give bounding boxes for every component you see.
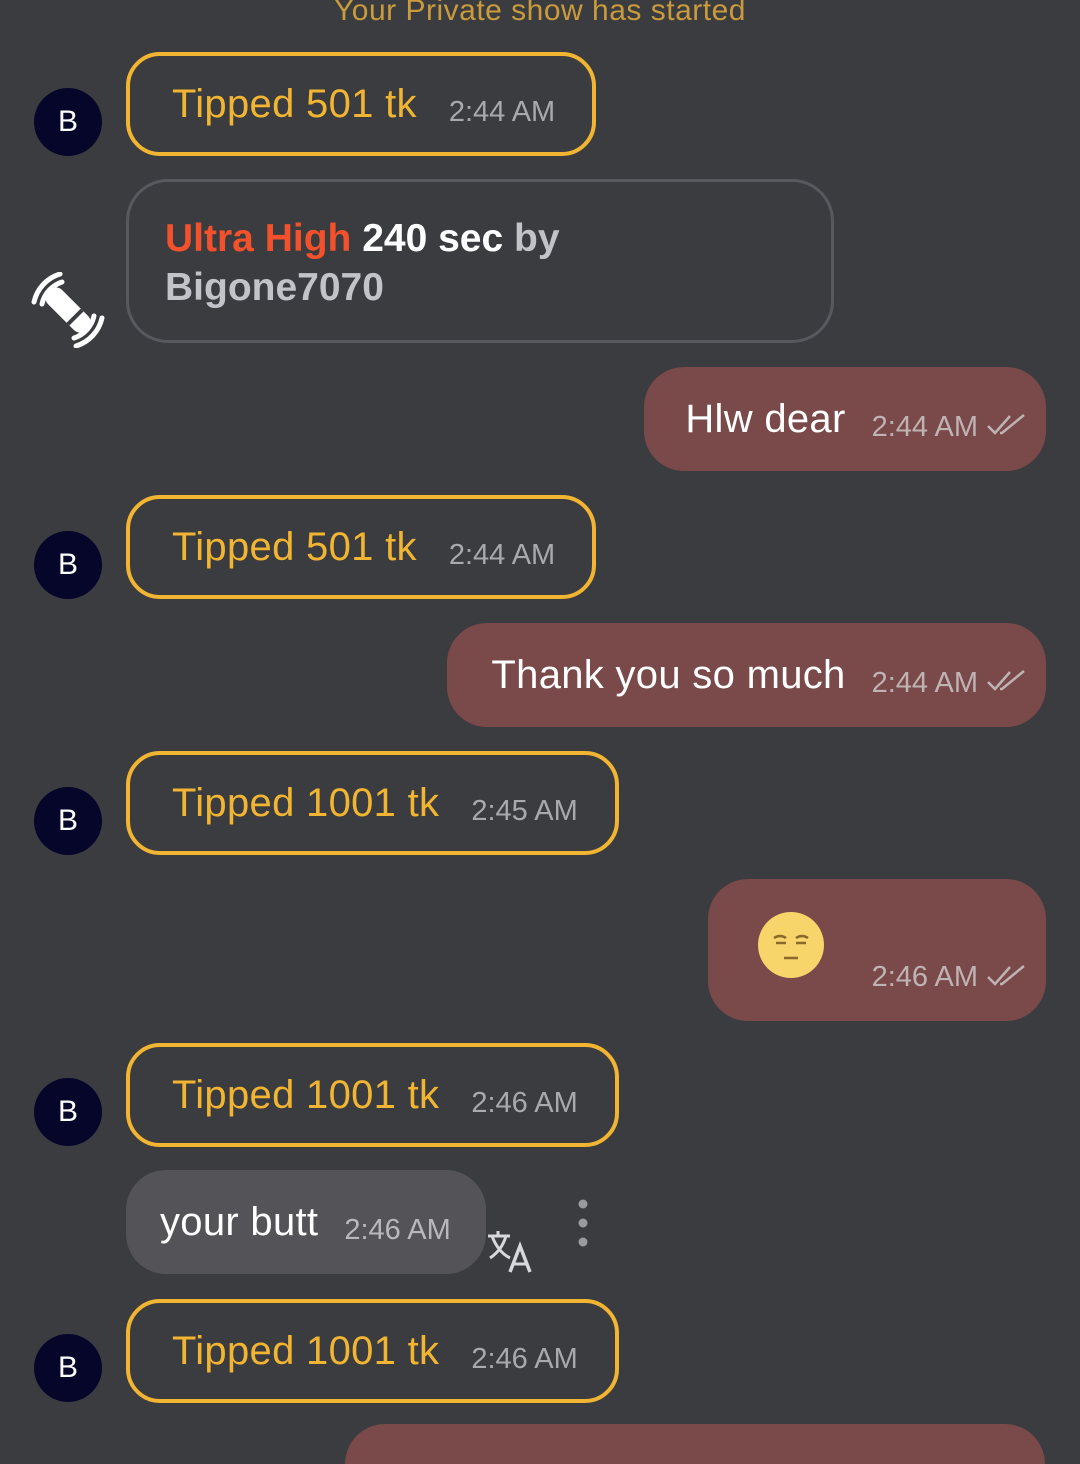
message-time: 2:44 AM xyxy=(871,410,978,443)
avatar[interactable]: B xyxy=(34,531,102,599)
double-check-icon xyxy=(987,670,1025,691)
tip-text: Tipped 1001 tk xyxy=(172,1072,440,1117)
message-time: 2:44 AM xyxy=(448,538,556,571)
avatar[interactable]: B xyxy=(34,787,102,855)
more-vertical-icon[interactable] xyxy=(572,1196,594,1250)
double-check-icon xyxy=(987,964,1025,986)
outgoing-message[interactable]: Thank you so much 2:44 AM xyxy=(447,623,1046,727)
tip-message: Tipped 1001 tk 2:46 AM xyxy=(126,1299,619,1403)
vibration-duration: 240 sec xyxy=(362,217,504,260)
translate-icon[interactable] xyxy=(486,1230,534,1274)
tip-text: Tipped 501 tk xyxy=(172,81,417,126)
vibration-level: Ultra High xyxy=(165,217,352,260)
tip-message: Tipped 1001 tk 2:46 AM xyxy=(126,1043,619,1147)
expressionless-face-emoji xyxy=(758,912,824,978)
message-text: your butt xyxy=(160,1199,319,1244)
avatar[interactable]: B xyxy=(34,1078,102,1146)
outgoing-message-partial[interactable] xyxy=(345,1424,1045,1464)
outgoing-message[interactable]: Hlw dear 2:44 AM xyxy=(644,367,1046,471)
incoming-message[interactable]: your butt 2:46 AM xyxy=(126,1170,486,1274)
avatar[interactable]: B xyxy=(34,1334,102,1402)
tip-message: Tipped 1001 tk 2:45 AM xyxy=(126,751,619,855)
message-text: Thank you so much xyxy=(491,652,846,697)
message-time: 2:46 AM xyxy=(871,961,978,993)
message-time: 2:44 AM xyxy=(448,95,556,128)
message-time: 2:46 AM xyxy=(471,1086,578,1119)
vibration-toy-icon xyxy=(30,271,106,349)
tip-text: Tipped 1001 tk xyxy=(172,780,440,825)
vibration-event-card: Ultra High 240 sec by Bigone7070 xyxy=(126,179,834,343)
tip-text: Tipped 1001 tk xyxy=(172,1328,440,1373)
private-show-notice: Your Private show has started xyxy=(334,0,746,27)
tip-text: Tipped 501 tk xyxy=(172,524,417,569)
outgoing-emoji-message[interactable]: 2:46 AM xyxy=(708,879,1046,1021)
tip-message: Tipped 501 tk 2:44 AM xyxy=(126,495,596,599)
message-text: Hlw dear xyxy=(685,396,846,441)
message-time: 2:45 AM xyxy=(471,794,578,827)
avatar[interactable]: B xyxy=(34,88,102,156)
message-time: 2:44 AM xyxy=(871,666,978,699)
by-label: by xyxy=(514,217,560,260)
tipper-username: Bigone7070 xyxy=(165,266,384,309)
message-time: 2:46 AM xyxy=(344,1213,451,1246)
double-check-icon xyxy=(987,414,1025,435)
tip-message: Tipped 501 tk 2:44 AM xyxy=(126,52,596,156)
message-time: 2:46 AM xyxy=(471,1342,578,1375)
